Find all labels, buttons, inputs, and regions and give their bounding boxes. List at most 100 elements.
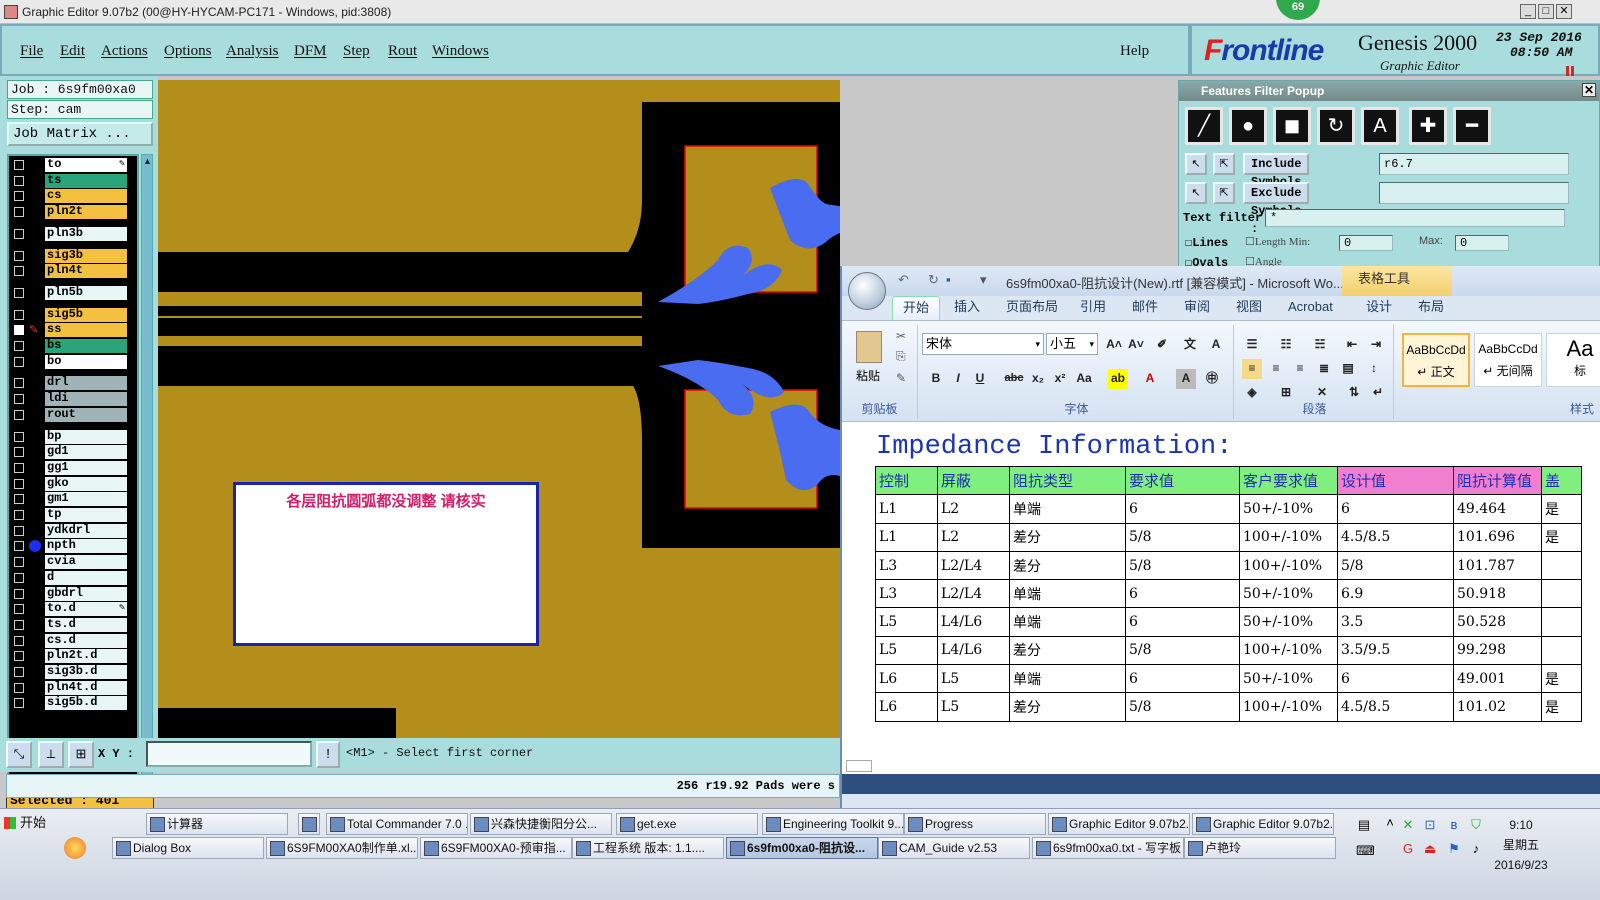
layer-row[interactable]: drl (11, 376, 139, 391)
scroll-up-icon[interactable]: ▲ (143, 156, 152, 166)
decrease-indent-icon[interactable]: ⇤ (1342, 335, 1362, 355)
enclose-char-icon[interactable]: ㊥ (1202, 369, 1222, 389)
layer-checkbox[interactable] (14, 698, 24, 709)
tray-flag-icon[interactable]: ⚑ (1446, 841, 1462, 857)
table-cell[interactable]: L6 (875, 692, 938, 722)
font-size-select[interactable]: 小五 ▾ (1046, 333, 1098, 355)
taskbar-button[interactable]: 计算器 (146, 813, 288, 835)
table-cell[interactable]: 6 (1125, 607, 1240, 637)
layer-name[interactable]: ldi (45, 392, 127, 407)
table-header-cell[interactable]: 控制 (875, 465, 938, 496)
layer-checkbox[interactable] (14, 667, 24, 677)
table-cell[interactable]: 50+/-10% (1239, 664, 1338, 694)
table-cell[interactable]: 50+/-10% (1239, 579, 1338, 609)
table-cell[interactable]: 3.5/9.5 (1337, 635, 1454, 666)
table-cell[interactable] (1541, 635, 1582, 666)
redo-icon[interactable]: ↻ (928, 272, 939, 288)
info-icon[interactable]: ! (316, 741, 340, 768)
table-cell[interactable]: L2/L4 (937, 579, 1010, 609)
taskbar-button[interactable]: 6S9FM00XA0制作单.xl... (266, 837, 418, 859)
include-symbols-input[interactable] (1379, 153, 1569, 175)
layer-row[interactable]: sig3b (11, 248, 139, 263)
layer-checkbox[interactable] (14, 588, 24, 599)
table-cell[interactable]: 6 (1125, 579, 1240, 609)
format-painter-icon[interactable]: ✎ (896, 371, 906, 385)
layer-checkbox[interactable] (14, 619, 24, 630)
layer-checkbox[interactable] (14, 409, 24, 420)
layer-row[interactable]: tp (11, 508, 139, 522)
table-cell[interactable]: 5/8 (1125, 550, 1240, 581)
table-cell[interactable]: 6.9 (1337, 579, 1454, 609)
table-header-cell[interactable]: 屏蔽 (937, 465, 1010, 496)
layer-name[interactable]: pln5b (45, 285, 127, 300)
include-list-icon[interactable]: ⇱ (1213, 153, 1235, 175)
strikethrough-icon[interactable]: abc (1004, 369, 1024, 389)
layer-checkbox[interactable] (14, 341, 24, 351)
table-cell[interactable]: L3 (875, 550, 938, 581)
lines-checkbox[interactable]: ☐Lines (1185, 235, 1228, 250)
taskbar-button[interactable]: Graphic Editor 9.07b2... (1048, 813, 1190, 835)
taskbar-button[interactable]: get.exe (616, 813, 758, 835)
layer-name[interactable]: gd1 (45, 445, 127, 460)
menu-file[interactable]: File (20, 43, 43, 60)
layer-row[interactable]: sig3b.d (11, 665, 139, 679)
layer-checkbox[interactable] (14, 651, 24, 662)
layer-name[interactable]: to ✎ (45, 158, 127, 172)
table-cell[interactable]: L5 (875, 607, 938, 637)
layer-checkbox[interactable] (14, 325, 24, 336)
maximize-button[interactable]: □ (1538, 4, 1554, 19)
table-header-cell[interactable]: 客户要求值 (1239, 465, 1338, 496)
table-cell[interactable]: 99.298 (1453, 635, 1542, 666)
layer-name[interactable]: tp (45, 508, 127, 522)
tray-g-icon[interactable]: G (1400, 841, 1416, 857)
tab-layout[interactable]: 布局 (1418, 296, 1444, 320)
table-cell[interactable]: 5/8 (1337, 550, 1454, 581)
grow-font-icon[interactable]: A˄ (1104, 335, 1124, 355)
table-cell[interactable]: 6 (1125, 664, 1240, 694)
layer-row[interactable]: bp (11, 429, 139, 444)
job-matrix-button[interactable]: Job Matrix ... (7, 122, 153, 146)
layer-name[interactable]: sig3b.d (45, 665, 127, 679)
layer-checkbox[interactable] (14, 378, 24, 389)
text-filter-input[interactable] (1265, 209, 1565, 227)
layer-name[interactable]: cvia (45, 555, 127, 570)
align-left-icon[interactable]: ≡ (1242, 359, 1262, 379)
align-center-icon[interactable]: ≡ (1266, 359, 1286, 379)
border-char-icon[interactable]: A (1206, 335, 1226, 355)
tray-app-icon[interactable]: ⏏ (1422, 841, 1438, 857)
line-tool-icon[interactable]: ╱ (1185, 107, 1223, 145)
table-cell[interactable]: L2 (937, 494, 1010, 524)
start-button[interactable]: 开始 (2, 813, 54, 835)
layer-row[interactable]: to ✎ (11, 158, 139, 172)
tab-acrobat[interactable]: Acrobat (1288, 296, 1333, 320)
table-cell[interactable]: L1 (875, 522, 938, 552)
layer-name[interactable]: ss (45, 323, 127, 338)
numbering-icon[interactable]: ☷ (1276, 335, 1296, 355)
layer-name[interactable]: bp (45, 429, 127, 444)
taskbar-button[interactable]: CAM_Guide v2.53 (878, 837, 1030, 859)
layer-checkbox[interactable] (14, 191, 24, 202)
table-header-cell[interactable]: 设计值 (1337, 465, 1454, 496)
tray-keyboard-icon[interactable]: ⌨ (1356, 843, 1375, 859)
layer-checkbox[interactable] (14, 572, 24, 583)
table-cell[interactable]: 单端 (1009, 494, 1126, 524)
table-cell[interactable]: 4.5/8.5 (1337, 692, 1454, 722)
layer-checkbox[interactable] (14, 541, 24, 552)
italic-icon[interactable]: I (948, 369, 968, 389)
taskbar-button[interactable]: 卢艳玲 (1184, 837, 1336, 859)
menu-step[interactable]: Step (343, 43, 370, 60)
table-cell[interactable]: L2 (937, 522, 1010, 552)
table-cell[interactable]: 差分 (1009, 522, 1126, 552)
table-cell[interactable]: 101.787 (1453, 550, 1542, 581)
layer-row[interactable]: bs (11, 339, 139, 353)
tab-view[interactable]: 视图 (1236, 296, 1262, 320)
table-cell[interactable] (1541, 607, 1582, 637)
align-right-icon[interactable]: ≡ (1290, 359, 1310, 379)
layer-name[interactable]: gm1 (45, 492, 127, 507)
table-cell[interactable]: 50.918 (1453, 579, 1542, 609)
layer-name[interactable]: rout (45, 407, 127, 422)
tab-insert[interactable]: 插入 (954, 296, 980, 320)
tab-review[interactable]: 审阅 (1184, 296, 1210, 320)
tray-x-icon[interactable]: ✕ (1400, 817, 1416, 833)
table-cell[interactable]: 6 (1337, 664, 1454, 694)
